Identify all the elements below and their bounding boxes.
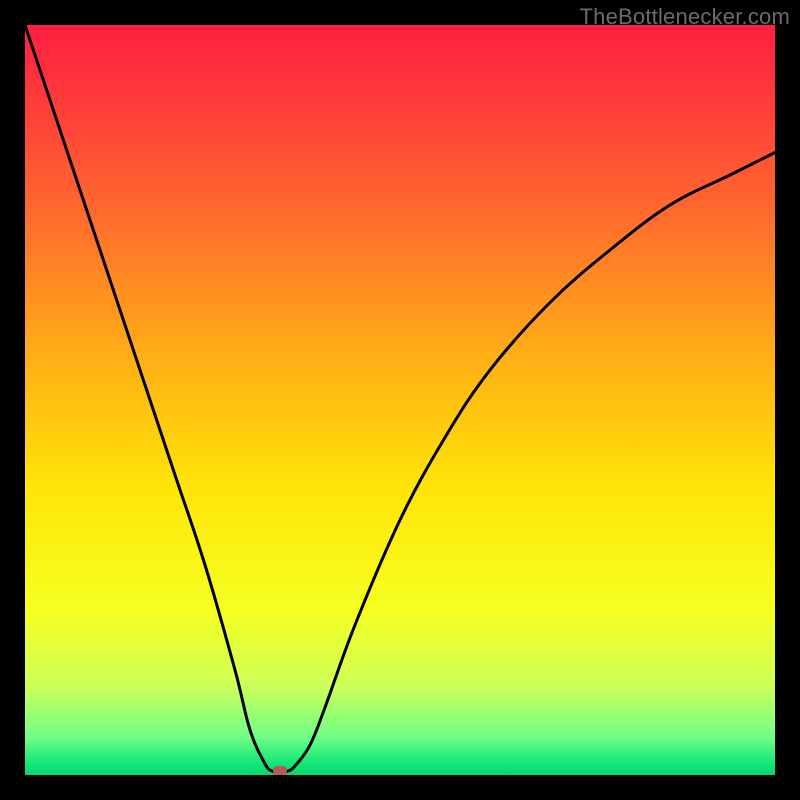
bottleneck-curve bbox=[25, 25, 775, 773]
curve-layer bbox=[25, 25, 775, 775]
chart-stage: TheBottlenecker.com bbox=[0, 0, 800, 800]
plot-area bbox=[25, 25, 775, 775]
watermark-text: TheBottlenecker.com bbox=[580, 4, 790, 30]
minimum-marker bbox=[273, 766, 287, 776]
